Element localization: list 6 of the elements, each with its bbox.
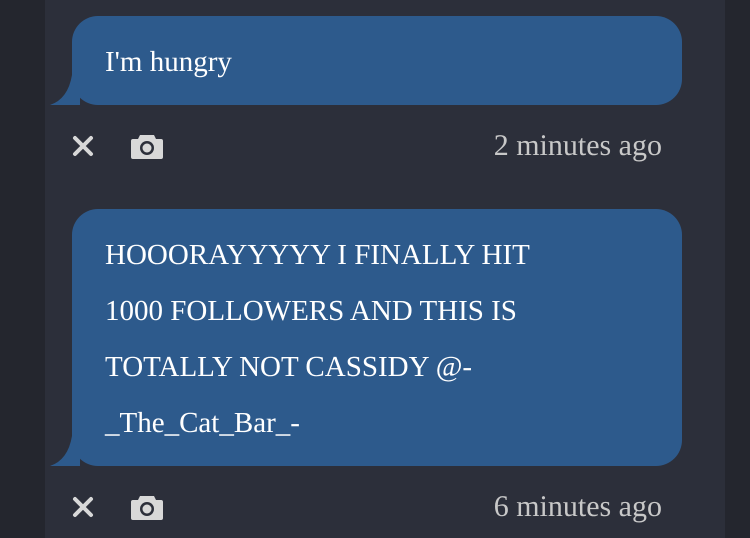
message-text: I'm hungry xyxy=(105,45,233,80)
message-text: HOOORAYYYYY I FINALLY HIT 1000 FOLLOWERS AND THIS IS TOTALLY NOT CASSIDY @-_The_Cat_Bar_- xyxy=(105,238,530,441)
timestamp: 6 minutes ago xyxy=(494,489,662,525)
timestamp: 2 minutes ago xyxy=(494,128,662,164)
close-icon[interactable] xyxy=(72,134,94,156)
close-icon[interactable] xyxy=(72,496,94,518)
